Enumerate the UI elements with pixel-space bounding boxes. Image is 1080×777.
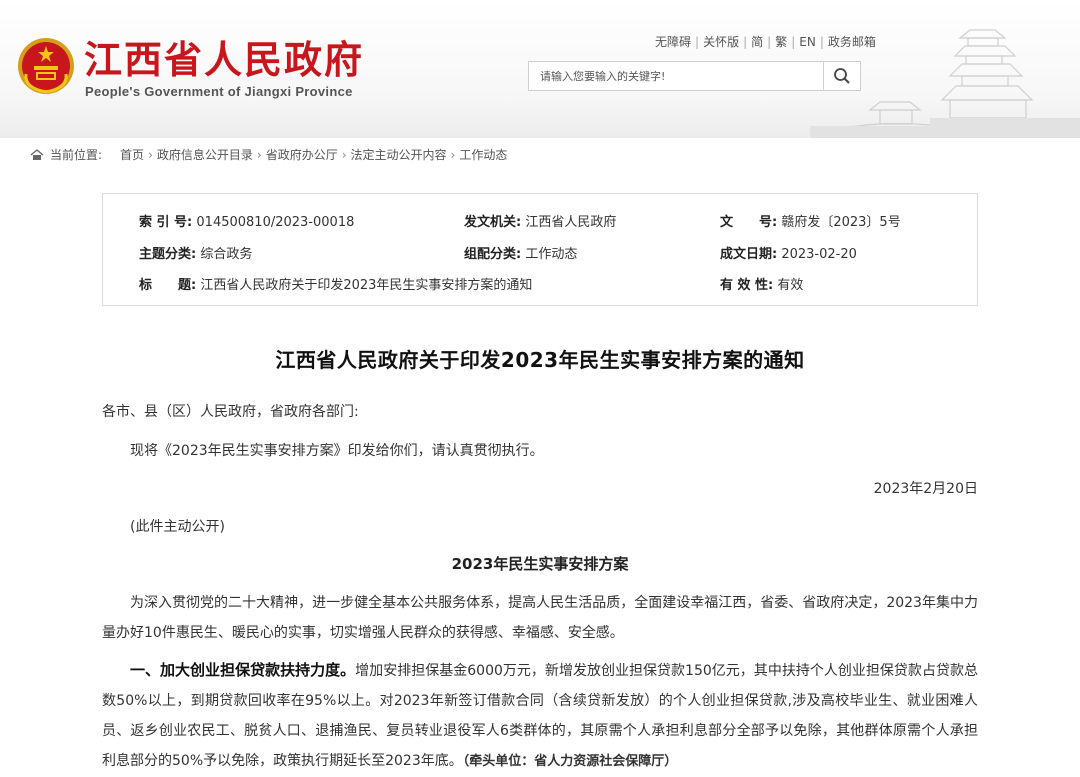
article-title: 江西省人民政府关于印发2023年民生实事安排方案的通知: [275, 348, 805, 372]
breadcrumb-separator: ›: [148, 147, 153, 162]
document-meta-box: 索 引 号: 014500810/2023-00018 发文机关: 江西省人民政…: [102, 193, 978, 306]
breadcrumb-general-office[interactable]: 省政府办公厅: [266, 146, 338, 163]
elderly-mode-link[interactable]: 关怀版: [703, 33, 739, 50]
plan-title: 2023年民生实事安排方案: [451, 555, 629, 573]
divider: |: [743, 34, 748, 49]
national-emblem-icon: [18, 38, 74, 94]
breadcrumb: 当前位置: 首页 › 政府信息公开目录 › 省政府办公厅 › 法定主动公开内容 …: [30, 146, 507, 163]
meta-value: 综合政务: [200, 247, 253, 262]
plan-intro-paragraph: 为深入贯彻党的二十大精神，进一步健全基本公共服务体系，提高人民生活品质，全面建设…: [102, 595, 978, 641]
breadcrumb-work-news[interactable]: 工作动态: [459, 146, 507, 163]
meta-value: 江西省人民政府: [525, 215, 617, 230]
breadcrumb-separator: ›: [341, 147, 347, 162]
public-note: (此件主动公开): [130, 519, 225, 535]
plan-item-heading: 一、加大创业担保贷款扶持力度。: [130, 661, 356, 679]
tengwang-pavilion-illustration: [810, 29, 1080, 138]
breadcrumb-label: 当前位置:: [50, 148, 103, 162]
simplified-chinese-link[interactable]: 简: [751, 33, 763, 50]
meta-issuer: 发文机关: 江西省人民政府: [464, 211, 616, 230]
meta-value: 工作动态: [525, 247, 578, 262]
divider: |: [695, 34, 700, 49]
breadcrumb-separator: ›: [450, 147, 456, 162]
meta-date: 成文日期: 2023-02-20: [720, 243, 857, 262]
meta-label: 文 号:: [720, 215, 778, 230]
meta-label: 索 引 号:: [139, 215, 193, 230]
meta-validity: 有 效 性: 有效: [720, 274, 803, 293]
salutation: 各市、县（区）人民政府，省政府各部门:: [102, 404, 359, 420]
meta-label: 标 题:: [139, 278, 197, 293]
divider: |: [767, 34, 772, 49]
meta-topic: 主题分类: 综合政务: [139, 243, 252, 262]
plan-item-lead-unit: （牵头单位：省人力资源社会保障厅）: [462, 754, 678, 769]
breadcrumb-home[interactable]: 首页: [120, 146, 144, 163]
site-name-english: People's Government of Jiangxi Province: [85, 84, 353, 99]
traditional-chinese-link[interactable]: 繁: [775, 33, 787, 50]
accessibility-link[interactable]: 无障碍: [655, 33, 691, 50]
issue-date: 2023年2月20日: [873, 481, 978, 497]
meta-label: 组配分类:: [464, 247, 522, 262]
home-icon: [30, 148, 44, 160]
divider: |: [791, 34, 796, 49]
meta-value: 江西省人民政府关于印发2023年民生实事安排方案的通知: [200, 278, 533, 293]
breadcrumb-separator: ›: [256, 147, 262, 162]
plan-item-1: 一、加大创业担保贷款扶持力度。增加安排担保基金6000万元，新增发放创业担保贷款…: [102, 655, 978, 777]
meta-label: 成文日期:: [720, 247, 778, 262]
meta-value: 2023-02-20: [781, 247, 857, 262]
meta-value: 赣府发〔2023〕5号: [781, 215, 901, 230]
meta-label: 发文机关:: [464, 215, 522, 230]
site-name[interactable]: 江西省人民政府: [84, 38, 364, 82]
body-paragraph: 现将《2023年民生实事安排方案》印发给你们，请认真贯彻执行。: [130, 443, 544, 459]
meta-category: 组配分类: 工作动态: [464, 243, 577, 262]
search-input[interactable]: [529, 62, 824, 90]
meta-value: 有效: [777, 278, 804, 293]
meta-label: 主题分类:: [139, 247, 197, 262]
breadcrumb-info-catalog[interactable]: 政府信息公开目录: [157, 146, 253, 163]
breadcrumb-public-content[interactable]: 法定主动公开内容: [351, 146, 447, 163]
meta-label: 有 效 性:: [720, 278, 774, 293]
meta-document-number: 文 号: 赣府发〔2023〕5号: [720, 211, 901, 230]
meta-value: 014500810/2023-00018: [196, 215, 355, 230]
meta-title: 标 题: 江西省人民政府关于印发2023年民生实事安排方案的通知: [139, 274, 532, 293]
meta-index-number: 索 引 号: 014500810/2023-00018: [139, 211, 354, 230]
site-header: 江西省人民政府 People's Government of Jiangxi P…: [0, 0, 1080, 138]
